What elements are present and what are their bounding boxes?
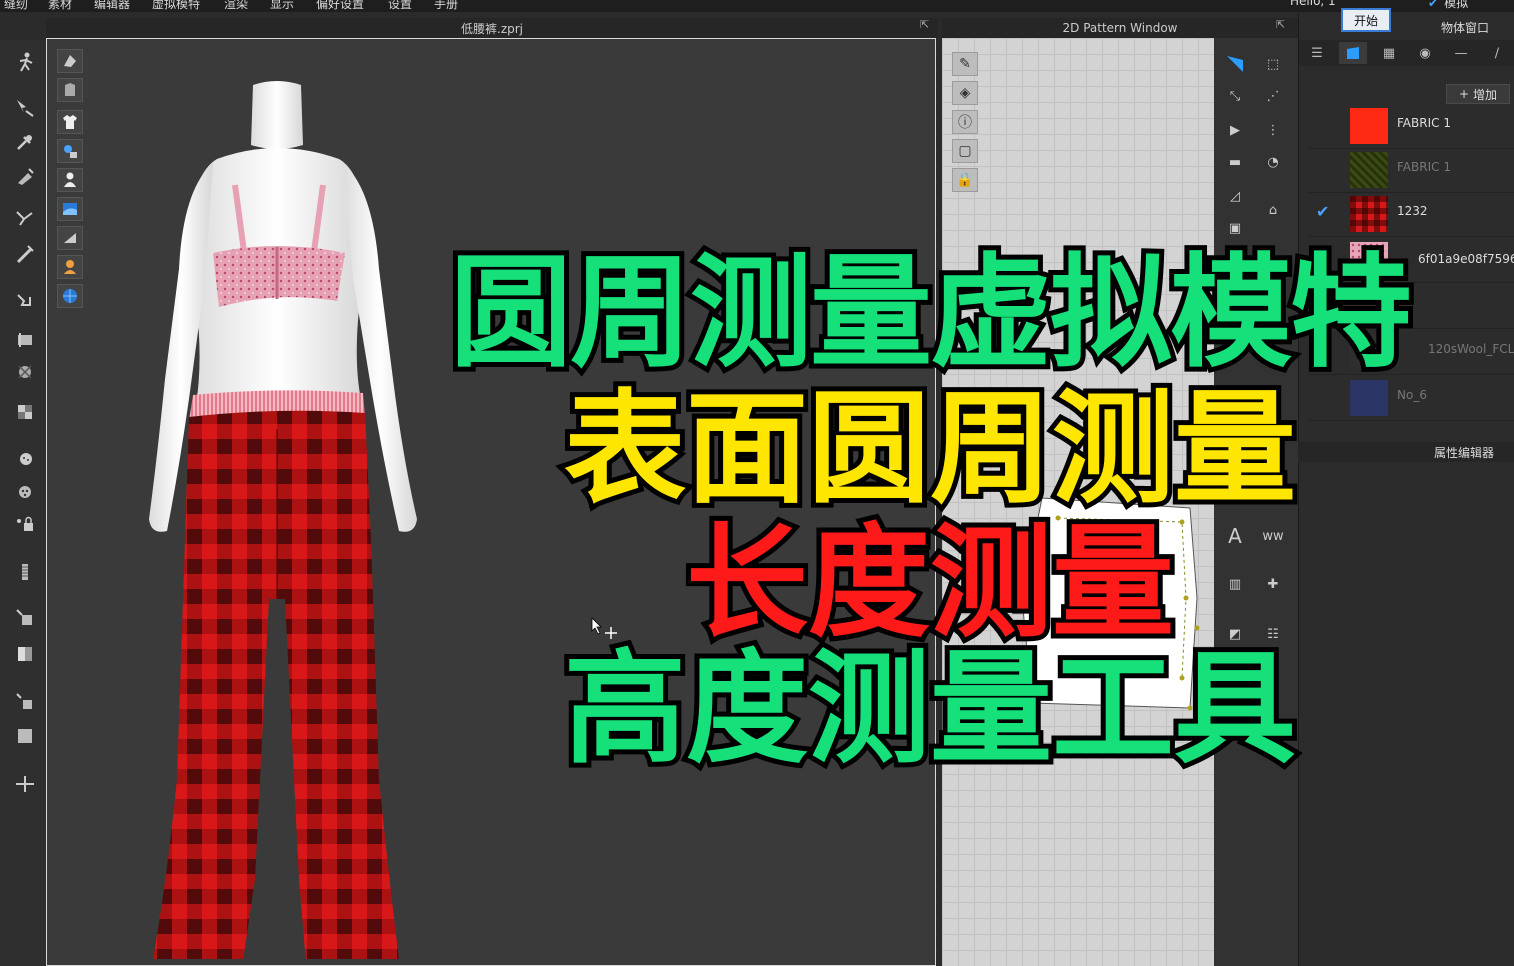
edit-point-icon[interactable]: ⬚ [1260,52,1286,76]
simulation-mode-label: 模拟 [1444,0,1469,10]
start-button[interactable]: 开始 [1341,8,1391,32]
fabric-name: 1232 [1397,204,1428,218]
select-move-icon[interactable] [12,96,38,120]
list-icon[interactable]: ☰ [1303,42,1331,64]
fabric-item[interactable]: FABRIC 1 [1308,104,1514,149]
trace-icon[interactable]: ▣ [1222,216,1248,240]
menu-sewing[interactable]: 缝纫 [4,0,28,12]
menu-manual[interactable]: 手册 [434,0,458,12]
check-icon: ✔ [1428,0,1439,10]
transform-pattern-icon[interactable] [1222,52,1248,76]
fabric-swatch [1350,108,1388,144]
object-tabs: ☰ ▦ ◉ — ∕ [1299,40,1514,66]
button-tool-icon[interactable] [12,446,38,470]
garment-icon[interactable]: ◈ [952,81,978,105]
avatar-3d[interactable] [127,79,447,959]
avatar-display-icon[interactable] [57,168,83,192]
arrows-tool-icon[interactable] [12,772,38,796]
fabric-swatch [1350,152,1388,188]
left-toolbar [0,40,47,966]
checkmark-icon: ✔ [1316,202,1330,221]
pin-tool-icon[interactable] [12,130,38,154]
circle-icon[interactable]: ◔ [1260,150,1286,174]
menu-settings[interactable]: 设置 [388,0,412,12]
add-fabric-button[interactable]: + 增加 [1446,84,1510,104]
simulation-mode[interactable]: ✔ 模拟 [1428,0,1468,11]
avatar-pose-icon[interactable] [12,50,38,74]
pattern-left-toolbar: ✎ ◈ ⓘ ▢ 🔒 [952,52,980,197]
overlay-title-line3: 长度测量 [681,512,1179,654]
box-select-icon[interactable] [12,690,38,714]
edit-curvature-icon[interactable]: ⤡ [1222,84,1248,108]
mesh-display-icon[interactable] [57,226,83,250]
menu-materials[interactable]: 素材 [48,0,72,12]
menu-bar: 缝纫 素材 编辑器 虚拟模特 渲染 显示 偏好设置 设置 手册 Hello, 1… [0,0,1514,12]
environment-icon[interactable] [57,284,83,308]
gradient-tool-icon[interactable] [12,642,38,666]
fabric-name: FABRIC 1 [1397,116,1451,130]
menu-render[interactable]: 渲染 [224,0,248,12]
cloth-texture-icon[interactable] [57,78,83,102]
layer-icon[interactable]: ▢ [952,139,978,163]
overlay-title-line4: 高度测量工具 [559,638,1301,780]
brush-icon[interactable]: ✎ [952,52,978,76]
add-fabric-label: 增加 [1473,87,1498,102]
zipper-tool-icon[interactable] [12,560,38,584]
buttonhole-tool-icon[interactable] [12,480,38,504]
fabric-name: FABRIC 1 [1397,160,1451,174]
texture-tool-icon[interactable] [12,360,38,384]
add-point-icon[interactable]: ⋰ [1260,84,1286,108]
fabric-name: 120sWool_FCL1 [1428,342,1514,356]
viewport-3d-title: 低腰裤.zprj [46,18,938,38]
overlay-title-line1: 圆周测量虚拟模特 [445,242,1417,384]
box-tool-icon[interactable] [12,724,38,748]
line-tab-icon[interactable]: — [1447,42,1475,64]
polygon-icon[interactable]: ▶ [1222,118,1248,142]
fabric-tab-icon[interactable] [1339,42,1367,64]
cloth-shaded-icon[interactable] [57,49,83,73]
texture-tab-icon[interactable]: ▦ [1375,42,1403,64]
info-icon[interactable]: ⓘ [952,110,978,134]
fabric-swatch [1350,196,1388,232]
internal-line-icon[interactable]: ⋮ [1260,118,1286,142]
lock-tool-icon[interactable] [12,512,38,536]
button-tab-icon[interactable]: ◉ [1411,42,1439,64]
avatar-color-icon[interactable] [57,139,83,163]
popout-icon[interactable]: ⇱ [920,18,929,31]
tack-tool-icon[interactable] [12,164,38,188]
fabric-item[interactable]: FABRIC 1 [1308,148,1514,193]
texture-display-icon[interactable] [57,197,83,221]
plus-icon: + [1458,87,1470,101]
viewport-toolbar [57,49,85,313]
rectangle-icon[interactable]: ▬ [1222,150,1248,174]
pattern-popout-icon[interactable]: ⇱ [1276,18,1285,31]
select-mesh-icon[interactable] [12,606,38,630]
steam-tool-icon[interactable] [12,242,38,266]
object-window-title: 物体窗口 [1440,21,1489,35]
avatar-skin-icon[interactable] [57,255,83,279]
lock-garment-icon[interactable]: 🔒 [952,168,978,192]
menu-preferences[interactable]: 偏好设置 [316,0,364,12]
overlay-title-line2: 表面圆周测量 [559,378,1301,520]
user-greeting: Hello, 1 [1290,0,1336,8]
fabric-item[interactable]: ✔ 1232 [1308,192,1514,237]
garment-display-icon[interactable] [57,110,83,134]
dart-icon[interactable]: ◿ [1222,184,1248,208]
measure-avatar-icon[interactable] [12,288,38,312]
iron-icon[interactable]: ⌂ [1260,198,1286,222]
checker-tool-icon[interactable] [12,400,38,424]
menu-avatar[interactable]: 虚拟模特 [152,0,200,12]
needle-tab-icon[interactable]: ∕ [1483,42,1511,64]
menu-display[interactable]: 显示 [270,0,294,12]
grade-tool-icon[interactable] [12,328,38,352]
fold-tool-icon[interactable] [12,206,38,230]
pattern-window-title: 2D Pattern Window [942,18,1298,38]
menu-editor[interactable]: 编辑器 [94,0,130,12]
